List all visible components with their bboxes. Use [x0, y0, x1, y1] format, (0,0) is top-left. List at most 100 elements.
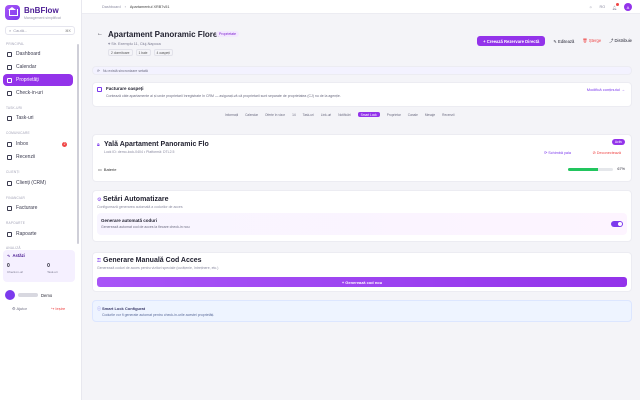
sidebar-item-dashboard[interactable]: Dashboard — [3, 48, 73, 60]
tab-links[interactable]: Link-uri — [321, 113, 331, 117]
check-circle-icon: ⓘ — [97, 306, 101, 311]
search-icon: ⌕ — [9, 28, 12, 33]
sidebar-item-tasks[interactable]: Task-uri — [3, 112, 73, 124]
disconnect-button[interactable]: ⊘ Deconectează — [592, 150, 621, 155]
battery-value: 67% — [617, 167, 625, 171]
sidebar-item-checkins[interactable]: Check-in-uri — [3, 87, 73, 99]
sidebar-item-crm[interactable]: Clienți (CRM) — [3, 177, 73, 189]
notifications-icon[interactable]: 🔔︎ — [612, 2, 619, 10]
generate-code-button[interactable]: + Generează cod nou — [97, 277, 627, 287]
tab-owner[interactable]: Proprietar — [387, 113, 401, 117]
auto-generate-desc: Generează automat cod de acces la fiecar… — [101, 225, 190, 229]
sidebar-item-properties[interactable]: Proprietăți — [3, 74, 73, 86]
tab-offers[interactable]: Oferte în vizor — [265, 113, 285, 117]
share-button[interactable]: ⤴ Distribuie — [609, 38, 632, 44]
section-clients: CLIENȚI — [6, 170, 20, 174]
lock-icon: 🔒︎ — [97, 142, 100, 148]
tab-channels[interactable]: Canale — [408, 113, 418, 117]
chart-icon — [7, 231, 12, 237]
brand-logo[interactable]: BnBFlow Management simplificat — [5, 5, 61, 20]
tasks-count: 0 — [47, 263, 50, 269]
manual-code-title: Generare Manuală Cod Acces — [103, 257, 202, 264]
lock-configured-card: ⓘ Smart Lock Configurat Codurile vor fi … — [92, 300, 632, 322]
lock-subtitle: Lock ID: demo-lock-0404 • Platformă: DTL… — [104, 150, 175, 154]
billing-info-desc: Contează câte apartamente ai și unde pro… — [106, 94, 341, 98]
billing-info-title: Facturare oaspeți — [106, 86, 144, 91]
breadcrumb-root[interactable]: Dashboard — [102, 5, 121, 9]
user-name-redacted — [18, 293, 38, 297]
checkins-label: Check-in-uri — [7, 270, 24, 274]
search-placeholder: Caută... — [13, 28, 28, 33]
arrow-left-icon[interactable]: ← — [97, 31, 103, 37]
inbox-icon — [7, 141, 12, 147]
tab-info[interactable]: Informații — [225, 113, 238, 117]
section-finance: FINANCIAR — [6, 196, 25, 200]
house-logo-icon — [5, 5, 20, 20]
brand-name: BnBFlow — [24, 5, 59, 15]
key-icon: ⚿ — [97, 258, 101, 264]
search-input[interactable]: ⌕ Caută... ⌘K — [5, 26, 75, 35]
configured-desc: Codurile vor fi generate automat pentru … — [102, 313, 215, 317]
avatar[interactable]: A — [624, 3, 632, 11]
breadcrumb-separator: › — [124, 4, 126, 9]
edit-button[interactable]: ✎ Editează — [553, 39, 574, 44]
auto-generate-title: Generare automată coduri — [101, 218, 158, 223]
delete-button[interactable]: 🗑︎ Șterge — [582, 38, 601, 44]
logout-button[interactable]: ↪ Ieșire — [51, 306, 65, 311]
topbar: Dashboard › Apartamentul XRB7v51 ☼ RO 🔔︎… — [82, 0, 640, 14]
change-lock-button[interactable]: ⟳ Schimbă yala — [544, 150, 571, 155]
property-badge: Proprietate — [216, 31, 240, 37]
tag-guests: 4 oaspeți — [153, 49, 173, 56]
tab-smart-lock[interactable]: Smart Lock — [357, 112, 380, 117]
breadcrumb-current: Apartamentul XRB7v51 — [129, 4, 170, 9]
configured-title: Smart Lock Configurat — [102, 306, 146, 311]
automation-title: Setări Automatizare — [103, 196, 169, 203]
battery-fill — [568, 168, 599, 171]
activity-icon: ∿ — [7, 253, 11, 258]
manual-code-card: ⚿ Generare Manuală Cod Acces Generează c… — [92, 252, 632, 292]
today-activity-card: ∿ Astăzi 0 Check-in-uri 0 Task-uri — [3, 250, 75, 282]
inbox-badge: 2 — [62, 141, 67, 147]
modify-content-link[interactable]: Modifică conținutul → — [587, 87, 625, 92]
sidebar-item-calendar[interactable]: Calendar — [3, 61, 73, 73]
auto-generate-row: Generare automată coduri Generează autom… — [97, 213, 627, 235]
battery-icon: ▭ — [98, 167, 102, 172]
sidebar-scrollbar[interactable] — [77, 44, 79, 244]
tab-messages[interactable]: Mesaje — [425, 113, 435, 117]
property-tabs: Informații Calendar Oferte în vizor 14 T… — [225, 112, 454, 117]
theme-toggle-icon[interactable]: ☼ — [589, 5, 592, 9]
user-profile[interactable]: Demo — [5, 290, 52, 300]
brand-subtitle: Management simplificat — [24, 15, 61, 20]
property-address: ⌖ Str. Exemplu 11, Cluj-Napoca — [108, 42, 161, 46]
property-header: ← Apartament Panoramic Floreasca Proprie… — [92, 24, 632, 56]
tasks-icon — [7, 115, 12, 121]
battery-bar — [568, 168, 613, 171]
building-icon — [7, 77, 12, 83]
section-communication: COMUNICARE — [6, 131, 30, 135]
billing-info-card: Facturare oaspeți Contează câte apartame… — [92, 82, 632, 107]
section-reports: RAPOARTE — [6, 221, 26, 225]
create-reservation-button[interactable]: + Creează Rezervare Directă — [477, 36, 546, 46]
language-selector[interactable]: RO — [599, 5, 605, 9]
automation-subtitle: Configurează generarea automată a coduri… — [97, 205, 183, 209]
auto-generate-toggle[interactable] — [611, 221, 623, 227]
section-principal: PRINCIPAL — [6, 42, 25, 46]
sidebar-item-inbox[interactable]: Inbox 2 — [3, 138, 73, 150]
search-shortcut: ⌘K — [65, 28, 71, 33]
help-button[interactable]: ⚙ Ajutor — [12, 306, 27, 311]
tab-notifications[interactable]: Notificări — [338, 113, 350, 117]
checkin-icon — [7, 90, 12, 96]
section-tasks: TASK-URI — [6, 106, 23, 110]
sidebar-item-billing[interactable]: Facturare — [3, 202, 73, 214]
checkins-count: 0 — [7, 263, 10, 269]
manual-code-subtitle: Generează coduri de acces pentru vizitor… — [97, 266, 219, 270]
tab-calendar[interactable]: Calendar — [245, 113, 258, 117]
dashboard-icon — [7, 51, 12, 57]
tab-reviews[interactable]: Recenzii — [442, 113, 454, 117]
info-icon — [97, 87, 102, 92]
tab-tasks[interactable]: Task-uri — [303, 113, 314, 117]
sidebar-item-reports[interactable]: Rapoarte — [3, 228, 73, 240]
user-name: Demo — [41, 292, 53, 298]
sidebar-item-reviews[interactable]: Recenzii — [3, 151, 73, 163]
gear-icon: ⚙ — [97, 197, 102, 203]
